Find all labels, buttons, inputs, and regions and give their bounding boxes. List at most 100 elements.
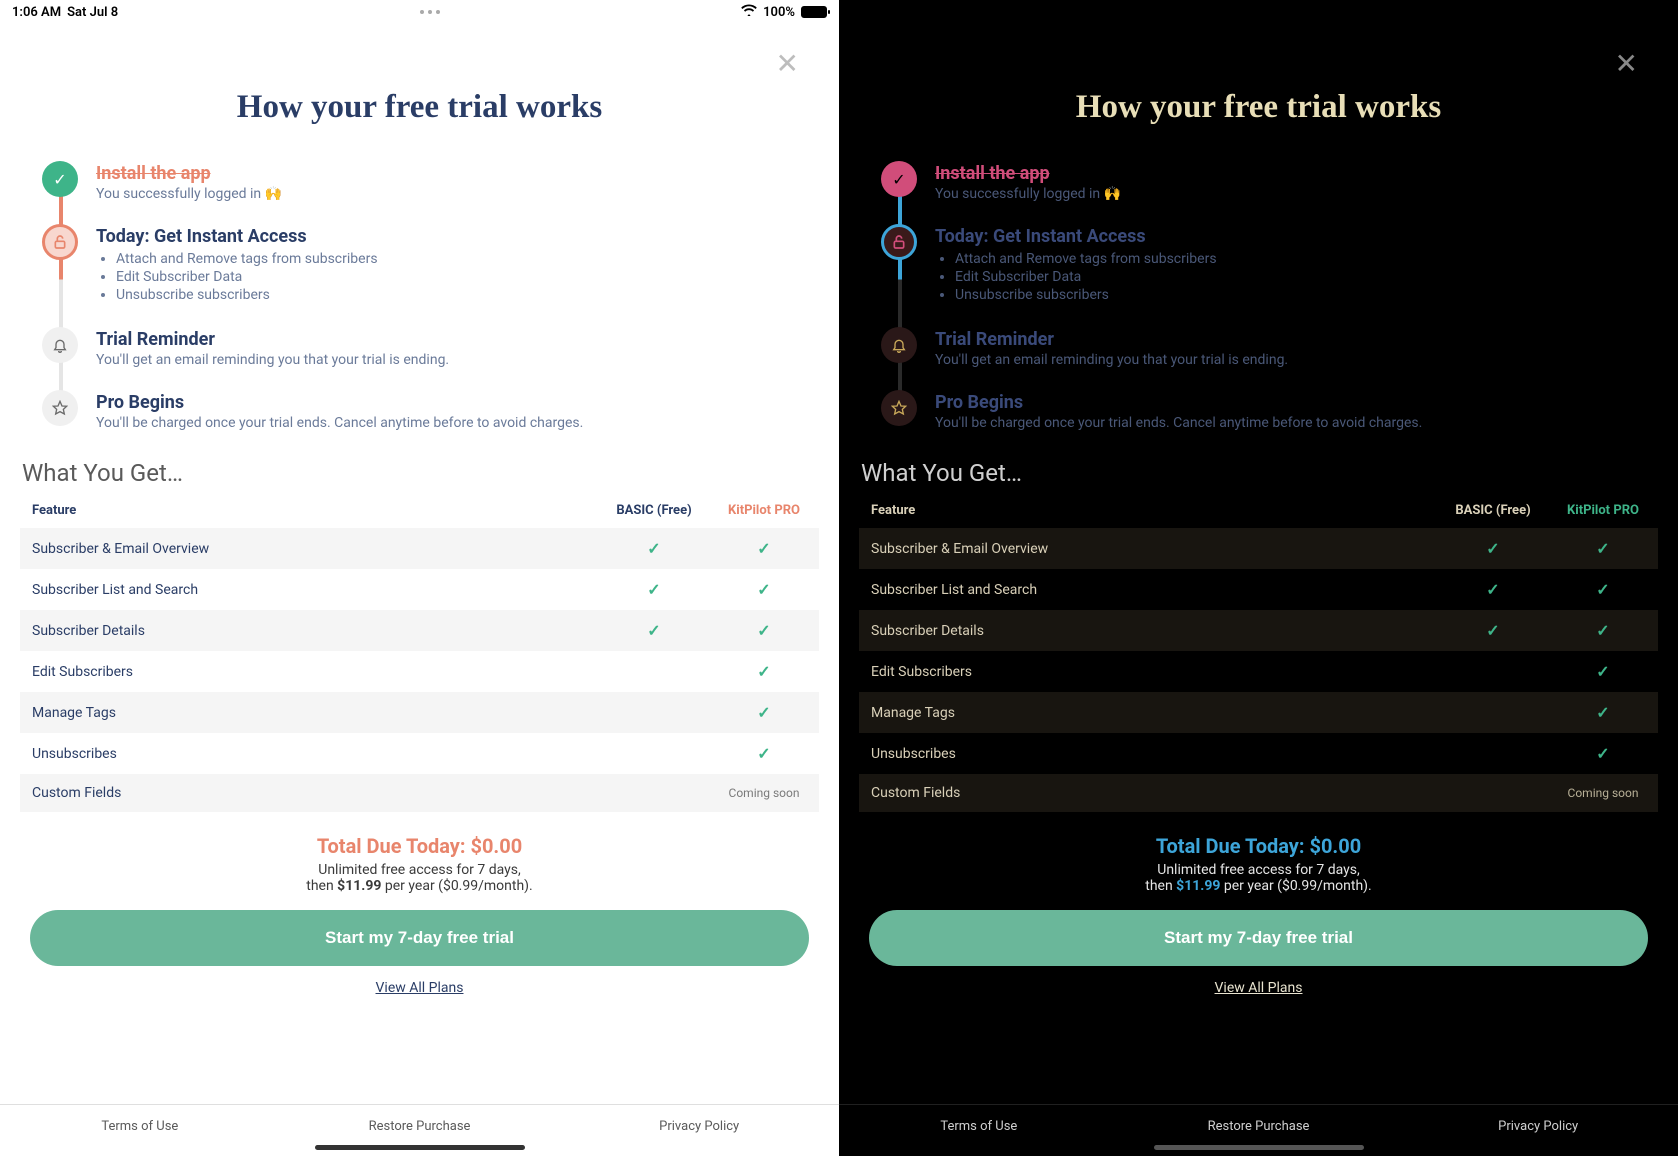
feature-name: Unsubscribes	[859, 733, 1438, 774]
privacy-link[interactable]: Privacy Policy	[559, 1105, 839, 1156]
unlock-icon	[881, 224, 917, 260]
col-pro: KitPilot PRO	[709, 493, 819, 528]
feature-tbody-dark: Subscriber & Email Overview✓✓Subscriber …	[859, 528, 1658, 812]
what-you-get-heading: What You Get…	[859, 453, 1658, 493]
start-trial-button[interactable]: Start my 7-day free trial	[869, 910, 1648, 966]
feature-name: Edit Subscribers	[859, 651, 1438, 692]
check-icon: ✓	[1486, 539, 1499, 558]
pro-cell: ✓	[1548, 733, 1658, 774]
basic-cell: ✓	[1438, 528, 1548, 569]
step-today-list: Attach and Remove tags from subscribers …	[96, 251, 801, 303]
step-reminder-sub: You'll get an email reminding you that y…	[935, 352, 1640, 368]
list-item: Edit Subscriber Data	[955, 269, 1640, 285]
step-today-list: Attach and Remove tags from subscribers …	[935, 251, 1640, 303]
col-pro: KitPilot PRO	[1548, 493, 1658, 528]
check-icon: ✓	[647, 580, 660, 599]
check-icon: ✓	[1596, 539, 1609, 558]
view-all-plans-link[interactable]: View All Plans	[20, 980, 819, 996]
total-due: Total Due Today: $0.00	[20, 834, 819, 858]
table-row: Subscriber Details✓✓	[859, 610, 1658, 651]
page-title: How your free trial works	[859, 89, 1658, 126]
feature-name: Subscriber Details	[859, 610, 1438, 651]
basic-cell: ✓	[1438, 610, 1548, 651]
feature-name: Subscriber & Email Overview	[859, 528, 1438, 569]
close-button[interactable]: ✕	[1615, 50, 1638, 78]
step-today-title: Today: Get Instant Access	[935, 226, 1640, 247]
pro-cell: ✓	[1548, 528, 1658, 569]
pro-cell: ✓	[1548, 692, 1658, 733]
pro-cell: ✓	[709, 733, 819, 774]
col-feature: Feature	[20, 493, 599, 528]
battery-icon	[801, 6, 827, 18]
feature-name: Manage Tags	[859, 692, 1438, 733]
check-icon: ✓	[1596, 662, 1609, 681]
basic-cell	[1438, 651, 1548, 692]
step-pro-sub: You'll be charged once your trial ends. …	[935, 415, 1640, 431]
feature-table: Feature BASIC (Free) KitPilot PRO Subscr…	[859, 493, 1658, 812]
star-icon	[881, 390, 917, 426]
pro-cell: ✓	[709, 651, 819, 692]
view-all-plans-link[interactable]: View All Plans	[859, 980, 1658, 996]
step-install-sub: You successfully logged in 🙌	[96, 186, 801, 202]
feature-name: Unsubscribes	[20, 733, 599, 774]
check-icon: ✓	[757, 621, 770, 640]
pricing-block: Total Due Today: $0.00 Unlimited free ac…	[20, 834, 819, 894]
feature-table: Feature BASIC (Free) KitPilot PRO Subscr…	[20, 493, 819, 812]
status-time: 1:06 AM	[12, 5, 61, 20]
status-bar: 1:06 AM Sat Jul 8 100%	[0, 0, 839, 24]
pricing-line2: then $11.99 per year ($0.99/month).	[20, 878, 819, 894]
pro-cell: ✓	[1548, 610, 1658, 651]
check-icon: ✓	[1596, 621, 1609, 640]
feature-name: Manage Tags	[20, 692, 599, 733]
terms-link[interactable]: Terms of Use	[839, 1105, 1119, 1156]
page-title: How your free trial works	[20, 89, 819, 126]
feature-name: Subscriber Details	[20, 610, 599, 651]
pro-cell: ✓	[709, 692, 819, 733]
basic-cell: ✓	[599, 569, 709, 610]
table-row: Unsubscribes ✓	[20, 733, 819, 774]
table-row: Edit Subscribers ✓	[20, 651, 819, 692]
home-indicator[interactable]	[1154, 1145, 1364, 1150]
step-install-title: Install the app	[96, 163, 801, 184]
coming-soon-label: Coming soon	[1568, 786, 1639, 800]
feature-name: Custom Fields	[20, 774, 599, 812]
pro-cell: ✓	[1548, 569, 1658, 610]
terms-link[interactable]: Terms of Use	[0, 1105, 280, 1156]
pro-cell: Coming soon	[1548, 774, 1658, 812]
check-icon: ✓	[1596, 703, 1609, 722]
check-icon: ✓	[881, 161, 917, 197]
list-item: Edit Subscriber Data	[116, 269, 801, 285]
pro-cell: ✓	[1548, 651, 1658, 692]
star-icon	[42, 390, 78, 426]
table-row: Subscriber Details ✓ ✓	[20, 610, 819, 651]
table-row: Manage Tags ✓	[20, 692, 819, 733]
pricing-line1: Unlimited free access for 7 days,	[859, 862, 1658, 878]
pro-cell: ✓	[709, 569, 819, 610]
table-row: Subscriber & Email Overview✓✓	[20, 528, 819, 569]
basic-cell	[1438, 774, 1548, 812]
multitask-dots	[420, 10, 440, 14]
pricing-block: Total Due Today: $0.00 Unlimited free ac…	[859, 834, 1658, 894]
basic-cell	[599, 774, 709, 812]
pro-cell: ✓	[709, 610, 819, 651]
basic-cell	[599, 733, 709, 774]
basic-cell	[599, 692, 709, 733]
check-icon: ✓	[757, 539, 770, 558]
start-trial-button[interactable]: Start my 7-day free trial	[30, 910, 809, 966]
list-item: Unsubscribe subscribers	[955, 287, 1640, 303]
close-button[interactable]: ✕	[776, 50, 799, 78]
privacy-link[interactable]: Privacy Policy	[1398, 1105, 1678, 1156]
check-icon: ✓	[647, 621, 660, 640]
pro-cell: Coming soon	[709, 774, 819, 812]
status-date: Sat Jul 8	[67, 5, 118, 20]
check-icon: ✓	[757, 703, 770, 722]
coming-soon-label: Coming soon	[729, 786, 800, 800]
check-icon: ✓	[42, 161, 78, 197]
check-icon: ✓	[1486, 580, 1499, 599]
list-item: Unsubscribe subscribers	[116, 287, 801, 303]
home-indicator[interactable]	[315, 1145, 525, 1150]
step-reminder-sub: You'll get an email reminding you that y…	[96, 352, 801, 368]
check-icon: ✓	[1596, 744, 1609, 763]
feature-name: Edit Subscribers	[20, 651, 599, 692]
table-row: Subscriber & Email Overview ✓ ✓	[859, 528, 1658, 569]
